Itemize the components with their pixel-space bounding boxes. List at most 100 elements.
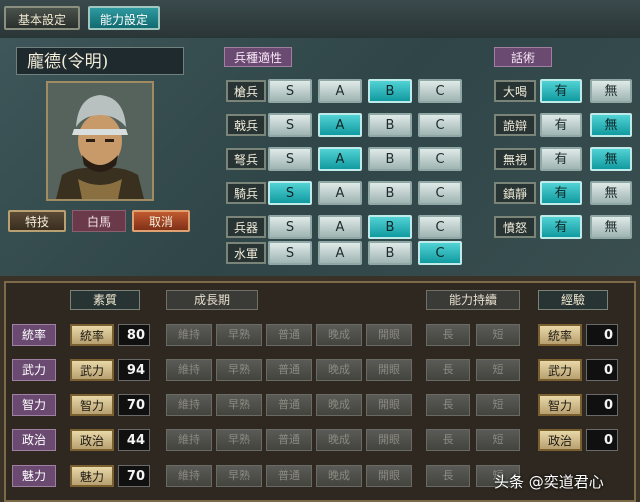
- stat-value-leadership[interactable]: 80: [118, 324, 150, 346]
- persist-short[interactable]: 短: [476, 394, 520, 416]
- persist-long[interactable]: 長: [426, 324, 470, 346]
- troop-aptitude-title: 兵種適性: [224, 47, 292, 67]
- skill-button[interactable]: 特技: [8, 210, 66, 232]
- speech-anger-yes[interactable]: 有: [540, 215, 582, 239]
- stat-value-war[interactable]: 94: [118, 359, 150, 381]
- aptitude-cavalry-c[interactable]: C: [418, 181, 462, 205]
- speech-calm-yes[interactable]: 有: [540, 181, 582, 205]
- aptitude-label-spear: 槍兵: [226, 80, 266, 102]
- growth-maintain[interactable]: 維持: [166, 394, 212, 416]
- aptitude-cavalry-a[interactable]: A: [318, 181, 362, 205]
- exp-button-intelligence[interactable]: 智力: [538, 394, 582, 416]
- persist-long[interactable]: 長: [426, 429, 470, 451]
- header-persistence: 能力持續: [426, 290, 520, 310]
- aptitude-siege-b[interactable]: B: [368, 215, 412, 239]
- aptitude-label-crossbow: 弩兵: [226, 148, 266, 170]
- persist-long[interactable]: 長: [426, 465, 470, 487]
- stat-button-intelligence[interactable]: 智力: [70, 394, 114, 416]
- aptitude-navy-c[interactable]: C: [418, 241, 462, 265]
- growth-late[interactable]: 晚成: [316, 324, 362, 346]
- growth-late[interactable]: 晚成: [316, 394, 362, 416]
- persist-long[interactable]: 長: [426, 394, 470, 416]
- aptitude-halberd-a[interactable]: A: [318, 113, 362, 137]
- growth-awaken[interactable]: 開眼: [366, 324, 412, 346]
- aptitude-crossbow-a[interactable]: A: [318, 147, 362, 171]
- growth-late[interactable]: 晚成: [316, 429, 362, 451]
- tab-ability-settings[interactable]: 能力設定: [88, 6, 160, 30]
- growth-maintain[interactable]: 維持: [166, 324, 212, 346]
- aptitude-navy-a[interactable]: A: [318, 241, 362, 265]
- growth-awaken[interactable]: 開眼: [366, 394, 412, 416]
- growth-early[interactable]: 早熟: [216, 324, 262, 346]
- stat-value-politics[interactable]: 44: [118, 429, 150, 451]
- speech-sophistry-yes[interactable]: 有: [540, 113, 582, 137]
- tab-basic-settings[interactable]: 基本設定: [4, 6, 80, 30]
- aptitude-siege-c[interactable]: C: [418, 215, 462, 239]
- stat-value-charisma[interactable]: 70: [118, 465, 150, 487]
- exp-button-war[interactable]: 武力: [538, 359, 582, 381]
- speech-title: 話術: [494, 47, 552, 67]
- persist-short[interactable]: 短: [476, 429, 520, 451]
- speech-label-calm: 鎮靜: [494, 182, 536, 204]
- growth-normal[interactable]: 普通: [266, 429, 312, 451]
- cancel-skill-button[interactable]: 取消: [132, 210, 190, 232]
- watermark: 头条 @奕道君心: [494, 473, 604, 491]
- exp-value-politics[interactable]: 0: [586, 429, 618, 451]
- stat-button-war[interactable]: 武力: [70, 359, 114, 381]
- aptitude-crossbow-s[interactable]: S: [268, 147, 312, 171]
- aptitude-halberd-b[interactable]: B: [368, 113, 412, 137]
- stat-label-charisma: 魅力: [12, 465, 56, 487]
- growth-maintain[interactable]: 維持: [166, 359, 212, 381]
- growth-early[interactable]: 早熟: [216, 394, 262, 416]
- growth-normal[interactable]: 普通: [266, 324, 312, 346]
- growth-normal[interactable]: 普通: [266, 359, 312, 381]
- stat-value-intelligence[interactable]: 70: [118, 394, 150, 416]
- stat-label-leadership: 統率: [12, 324, 56, 346]
- exp-value-intelligence[interactable]: 0: [586, 394, 618, 416]
- growth-normal[interactable]: 普通: [266, 465, 312, 487]
- stat-button-charisma[interactable]: 魅力: [70, 465, 114, 487]
- growth-late[interactable]: 晚成: [316, 359, 362, 381]
- growth-maintain[interactable]: 維持: [166, 429, 212, 451]
- stat-button-politics[interactable]: 政治: [70, 429, 114, 451]
- aptitude-spear-c[interactable]: C: [418, 79, 462, 103]
- persist-long[interactable]: 長: [426, 359, 470, 381]
- persist-short[interactable]: 短: [476, 324, 520, 346]
- growth-early[interactable]: 早熟: [216, 465, 262, 487]
- speech-sophistry-no[interactable]: 無: [590, 113, 632, 137]
- aptitude-halberd-s[interactable]: S: [268, 113, 312, 137]
- persist-short[interactable]: 短: [476, 359, 520, 381]
- aptitude-spear-a[interactable]: A: [318, 79, 362, 103]
- exp-value-war[interactable]: 0: [586, 359, 618, 381]
- aptitude-halberd-c[interactable]: C: [418, 113, 462, 137]
- speech-anger-no[interactable]: 無: [590, 215, 632, 239]
- speech-calm-no[interactable]: 無: [590, 181, 632, 205]
- aptitude-navy-b[interactable]: B: [368, 241, 412, 265]
- general-portrait: [46, 81, 154, 201]
- growth-early[interactable]: 早熟: [216, 429, 262, 451]
- growth-awaken[interactable]: 開眼: [366, 465, 412, 487]
- speech-shout-yes[interactable]: 有: [540, 79, 582, 103]
- growth-normal[interactable]: 普通: [266, 394, 312, 416]
- speech-shout-no[interactable]: 無: [590, 79, 632, 103]
- stat-button-leadership[interactable]: 統率: [70, 324, 114, 346]
- speech-ignore-yes[interactable]: 有: [540, 147, 582, 171]
- exp-button-leadership[interactable]: 統率: [538, 324, 582, 346]
- aptitude-cavalry-b[interactable]: B: [368, 181, 412, 205]
- aptitude-spear-b[interactable]: B: [368, 79, 412, 103]
- aptitude-spear-s[interactable]: S: [268, 79, 312, 103]
- exp-value-leadership[interactable]: 0: [586, 324, 618, 346]
- growth-late[interactable]: 晚成: [316, 465, 362, 487]
- aptitude-crossbow-b[interactable]: B: [368, 147, 412, 171]
- growth-early[interactable]: 早熟: [216, 359, 262, 381]
- aptitude-siege-a[interactable]: A: [318, 215, 362, 239]
- growth-awaken[interactable]: 開眼: [366, 359, 412, 381]
- aptitude-crossbow-c[interactable]: C: [418, 147, 462, 171]
- aptitude-siege-s[interactable]: S: [268, 215, 312, 239]
- speech-ignore-no[interactable]: 無: [590, 147, 632, 171]
- exp-button-politics[interactable]: 政治: [538, 429, 582, 451]
- aptitude-navy-s[interactable]: S: [268, 241, 312, 265]
- aptitude-cavalry-s[interactable]: S: [268, 181, 312, 205]
- growth-maintain[interactable]: 維持: [166, 465, 212, 487]
- growth-awaken[interactable]: 開眼: [366, 429, 412, 451]
